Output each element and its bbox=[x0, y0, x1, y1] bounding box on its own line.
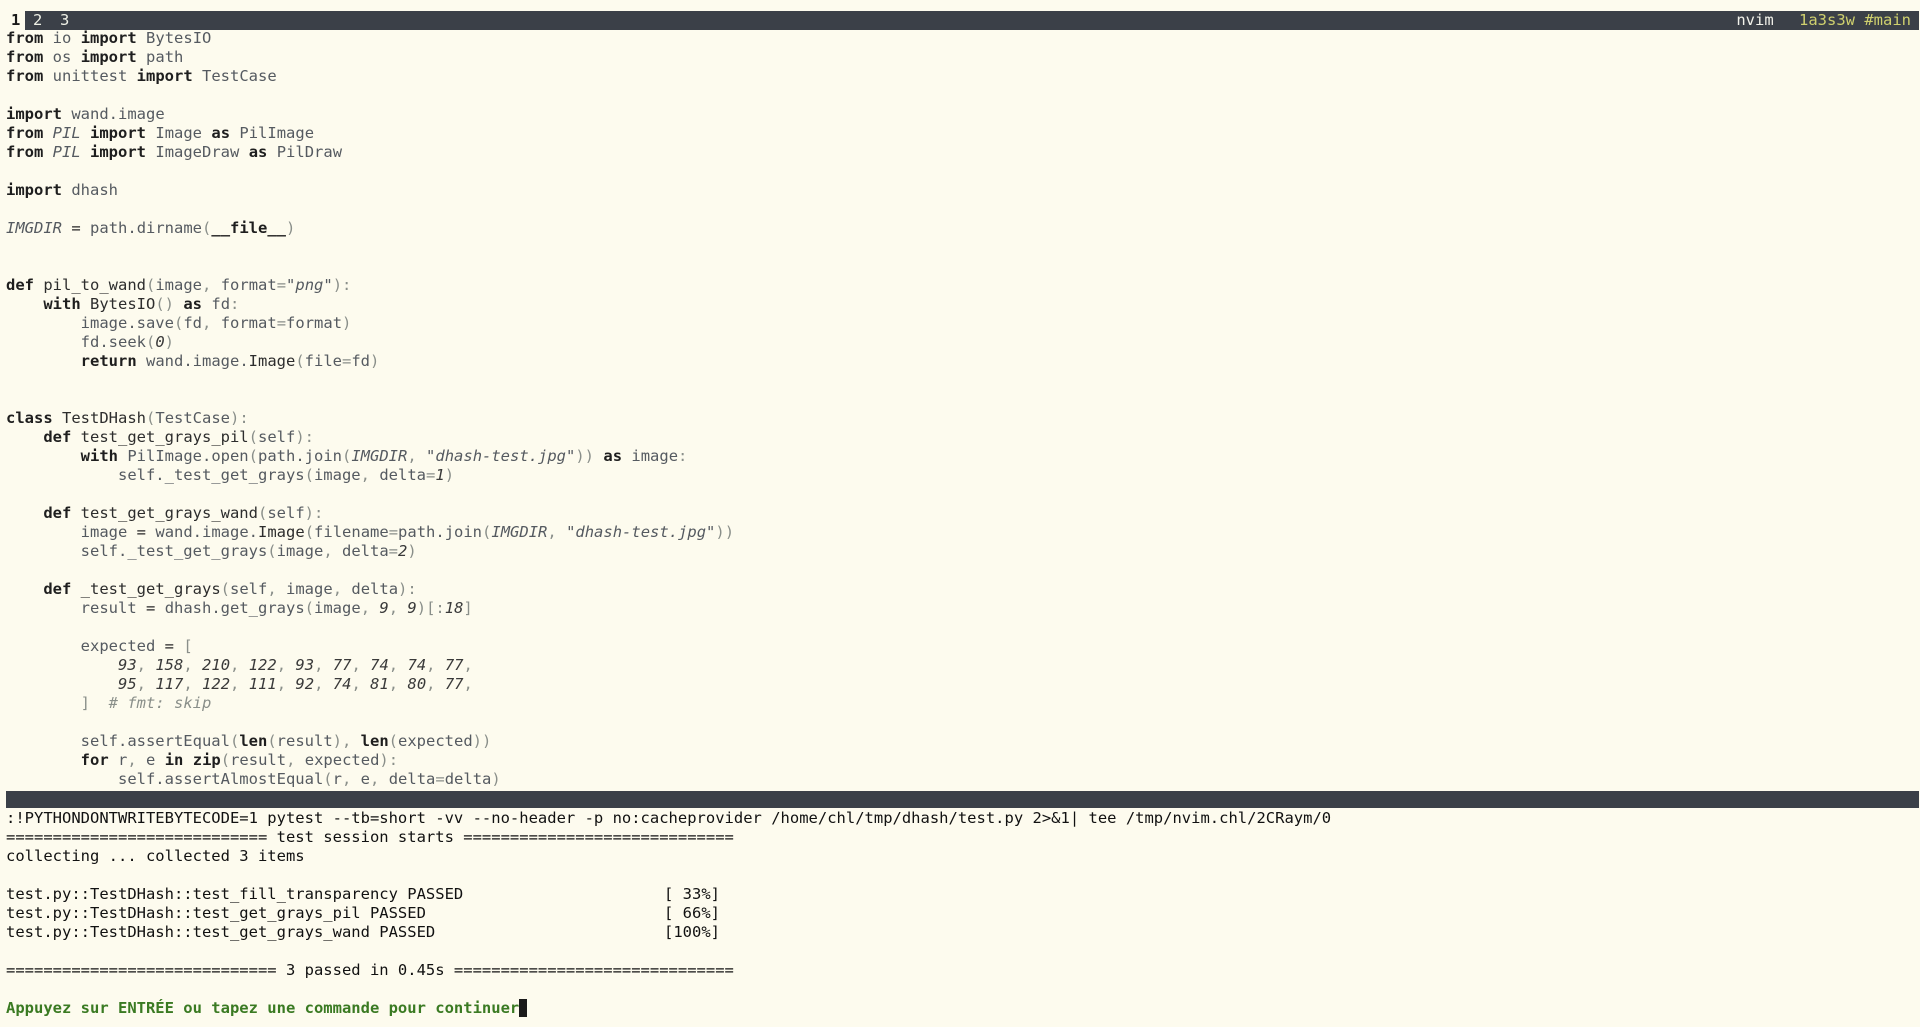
code-line: import dhash bbox=[6, 181, 119, 199]
code-line: result = dhash.get_grays(image, 9, 9)[:1… bbox=[80, 599, 473, 617]
code-line: class TestDHash(TestCase): bbox=[6, 409, 249, 427]
test-progress: [ 33%] bbox=[664, 885, 720, 903]
code-line: self._test_get_grays(image, delta=1) bbox=[117, 466, 455, 484]
test-result: test.py::TestDHash::test_get_grays_pil P… bbox=[6, 904, 426, 922]
code-line: from unittest import TestCase bbox=[6, 67, 277, 85]
code-line: from PIL import Image as PilImage bbox=[6, 124, 315, 142]
test-result: test.py::TestDHash::test_fill_transparen… bbox=[6, 885, 464, 903]
code-line: image = wand.image.Image(filename=path.j… bbox=[80, 523, 735, 541]
code-line: with BytesIO() as fd: bbox=[43, 295, 240, 313]
collecting-line: collecting ... collected 3 items bbox=[6, 847, 305, 865]
tabline-info: nvim 1a3s3w #main bbox=[1736, 11, 1911, 30]
code-line: self.assertAlmostEqual(r, e, delta=delta… bbox=[117, 770, 501, 788]
code-line: import wand.image bbox=[6, 105, 165, 123]
code-line: self._test_get_grays(image, delta=2) bbox=[80, 542, 417, 560]
code-line: from io import BytesIO bbox=[6, 29, 212, 47]
code-line: def test_get_grays_wand(self): bbox=[43, 504, 324, 522]
code-editor[interactable]: from io import BytesIO from os import pa… bbox=[6, 29, 1919, 789]
shell-command: :!PYTHONDONTWRITEBYTECODE=1 pytest --tb=… bbox=[6, 809, 1332, 827]
summary-banner: ============================= 3 passed i… bbox=[6, 961, 734, 979]
continue-prompt-line[interactable]: Appuyez sur ENTRÉE ou tapez une commande… bbox=[6, 999, 1919, 1018]
test-result-row: test.py::TestDHash::test_get_grays_wand … bbox=[6, 923, 1919, 942]
continue-prompt: Appuyez sur ENTRÉE ou tapez une commande… bbox=[6, 999, 520, 1017]
code-line: image.save(fd, format=format) bbox=[80, 314, 352, 332]
code-line: from os import path bbox=[6, 48, 184, 66]
code-line: from PIL import ImageDraw as PilDraw bbox=[6, 143, 343, 161]
code-line: def test_get_grays_pil(self): bbox=[43, 428, 314, 446]
session-name: 1a3s3w #main bbox=[1799, 11, 1911, 29]
message-area: :!PYTHONDONTWRITEBYTECODE=1 pytest --tb=… bbox=[6, 809, 1919, 1018]
code-line: self.assertEqual(len(result), len(expect… bbox=[80, 732, 492, 750]
code-line: fd.seek(0) bbox=[80, 333, 175, 351]
session-start-banner: ============================ test sessio… bbox=[6, 828, 734, 846]
tab-1[interactable]: 1 bbox=[6, 11, 26, 30]
code-line: expected = [ bbox=[80, 637, 193, 655]
app-name: nvim bbox=[1736, 11, 1774, 29]
code-line: 93, 158, 210, 122, 93, 77, 74, 74, 77, bbox=[117, 656, 473, 674]
code-line: ] # fmt: skip bbox=[80, 694, 212, 712]
code-line: def _test_get_grays(self, image, delta): bbox=[43, 580, 417, 598]
test-result-row: test.py::TestDHash::test_get_grays_pil P… bbox=[6, 904, 1919, 923]
code-line: IMGDIR = path.dirname(__file__) bbox=[6, 219, 296, 237]
test-progress: [ 66%] bbox=[664, 904, 720, 922]
test-progress: [100%] bbox=[664, 923, 720, 941]
code-line: def pil_to_wand(image, format="png"): bbox=[6, 276, 352, 294]
code-line: for r, e in zip(result, expected): bbox=[80, 751, 399, 769]
tab-3[interactable]: 3 bbox=[55, 11, 74, 30]
tab-2[interactable]: 2 bbox=[28, 11, 47, 30]
code-line: 95, 117, 122, 111, 92, 74, 81, 80, 77, bbox=[117, 675, 473, 693]
tabline: 1 2 3 nvim 1a3s3w #main bbox=[6, 11, 1919, 30]
message-separator bbox=[6, 791, 1919, 808]
test-result-row: test.py::TestDHash::test_fill_transparen… bbox=[6, 885, 1919, 904]
text-cursor bbox=[519, 999, 528, 1017]
code-line: return wand.image.Image(file=fd) bbox=[80, 352, 380, 370]
test-result: test.py::TestDHash::test_get_grays_wand … bbox=[6, 923, 436, 941]
code-line: with PilImage.open(path.join(IMGDIR, "dh… bbox=[80, 447, 688, 465]
